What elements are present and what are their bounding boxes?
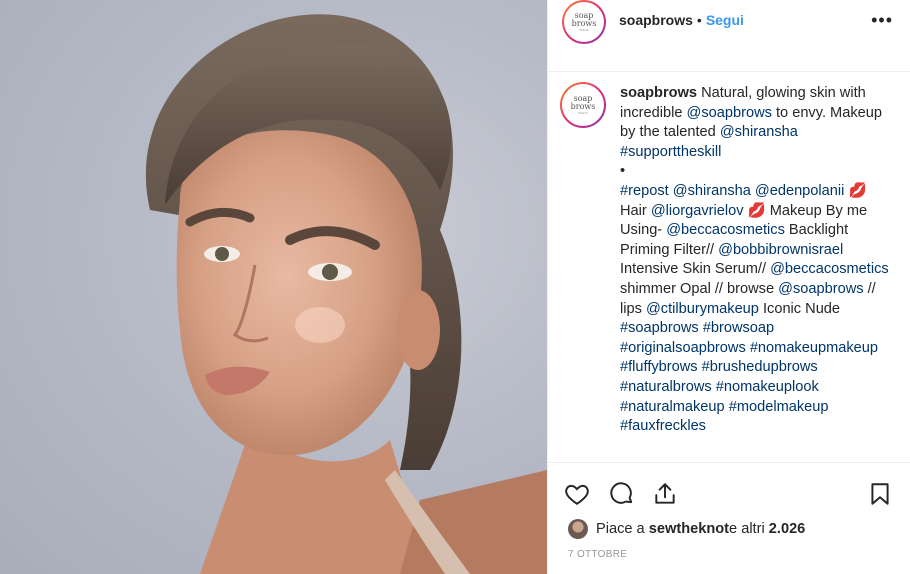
caption-text-segment: Iconic Nude <box>758 300 841 317</box>
avatar-logo-small: WACS <box>579 27 589 32</box>
caption-text-segment: Hair <box>620 202 651 219</box>
likes-prefix: Piace a <box>596 521 645 537</box>
header-user-line: soapbrows • Segui <box>619 12 744 28</box>
caption-link[interactable]: #repost <box>620 183 669 199</box>
caption-text-segment: shimmer Opal // browse <box>620 280 779 297</box>
caption-link[interactable]: #fauxfreckles <box>620 418 706 434</box>
likes-count[interactable]: 2.026 <box>769 521 806 537</box>
more-options-button[interactable]: ••• <box>871 10 893 31</box>
caption-link[interactable]: #nomakeuplook <box>716 379 819 395</box>
caption-text-segment: • <box>620 163 626 180</box>
caption-link[interactable]: #browsoap <box>703 320 774 336</box>
post-actions: Piace a sewtheknot e altri 2.026 7 OTTOB… <box>548 462 910 574</box>
caption-link[interactable]: #naturalbrows <box>620 379 712 395</box>
post-date[interactable]: 7 OTTOBRE <box>568 549 627 560</box>
profile-avatar[interactable]: soap brows WACS <box>562 0 606 44</box>
likes-middle: e altri <box>729 521 765 537</box>
caption-username[interactable]: soapbrows <box>620 85 697 101</box>
caption-text: soapbrows Natural, glowing skin with inc… <box>620 84 890 437</box>
caption-link[interactable]: @beccacosmetics <box>666 222 785 238</box>
caption-link[interactable]: #originalsoapbrows <box>620 340 746 356</box>
caption-link[interactable]: @liorgavrielov <box>651 203 744 219</box>
caption-text-segment: 💋 <box>844 182 867 199</box>
caption-avatar-line2: brows <box>570 101 596 111</box>
caption-link[interactable]: @shiransha <box>673 183 751 199</box>
header-separator: • <box>696 12 702 28</box>
post-sidebar: soap brows WACS soapbrows • Segui ••• soap… <box>547 0 910 574</box>
avatar-logo-line2: brows <box>571 18 597 28</box>
post-caption: soapbrows Natural, glowing skin with inc… <box>620 84 890 456</box>
liker-avatar <box>568 519 588 539</box>
caption-link[interactable]: @soapbrows <box>778 281 863 297</box>
follow-button[interactable]: Segui <box>706 12 744 28</box>
caption-link[interactable]: #nomakeupmakeup <box>750 340 878 356</box>
caption-link[interactable]: #supporttheskill <box>620 144 721 160</box>
caption-link[interactable]: @shiransha <box>720 124 798 140</box>
caption-link[interactable]: #soapbrows <box>620 320 699 336</box>
caption-link[interactable]: #modelmakeup <box>729 399 829 415</box>
comment-icon[interactable] <box>609 481 637 509</box>
likes-user[interactable]: sewtheknot <box>649 521 729 537</box>
post-header: soap brows WACS soapbrows • Segui ••• <box>548 0 910 72</box>
caption-link[interactable]: #brushedupbrows <box>702 359 818 375</box>
caption-avatar[interactable]: soap brows WACS <box>560 82 606 128</box>
heart-icon[interactable] <box>564 481 592 509</box>
bookmark-icon[interactable] <box>867 481 895 509</box>
caption-link[interactable]: @bobbibrownisrael <box>718 242 843 258</box>
caption-link[interactable]: @ctilburymakeup <box>646 301 759 317</box>
caption-text-segment: Intensive Skin Serum// <box>620 261 771 278</box>
caption-link[interactable]: @edenpolanii <box>755 183 844 199</box>
share-icon[interactable] <box>652 481 680 509</box>
header-username[interactable]: soapbrows <box>619 12 693 28</box>
likes-summary[interactable]: Piace a sewtheknot e altri 2.026 <box>568 519 805 539</box>
caption-avatar-small: WACS <box>578 110 588 115</box>
caption-link[interactable]: #fluffybrows <box>620 359 698 375</box>
caption-link[interactable]: #naturalmakeup <box>620 399 725 415</box>
caption-link[interactable]: @beccacosmetics <box>770 261 889 277</box>
caption-link[interactable]: @soapbrows <box>687 105 772 121</box>
portrait-image <box>145 14 547 574</box>
post-photo[interactable] <box>0 0 547 574</box>
